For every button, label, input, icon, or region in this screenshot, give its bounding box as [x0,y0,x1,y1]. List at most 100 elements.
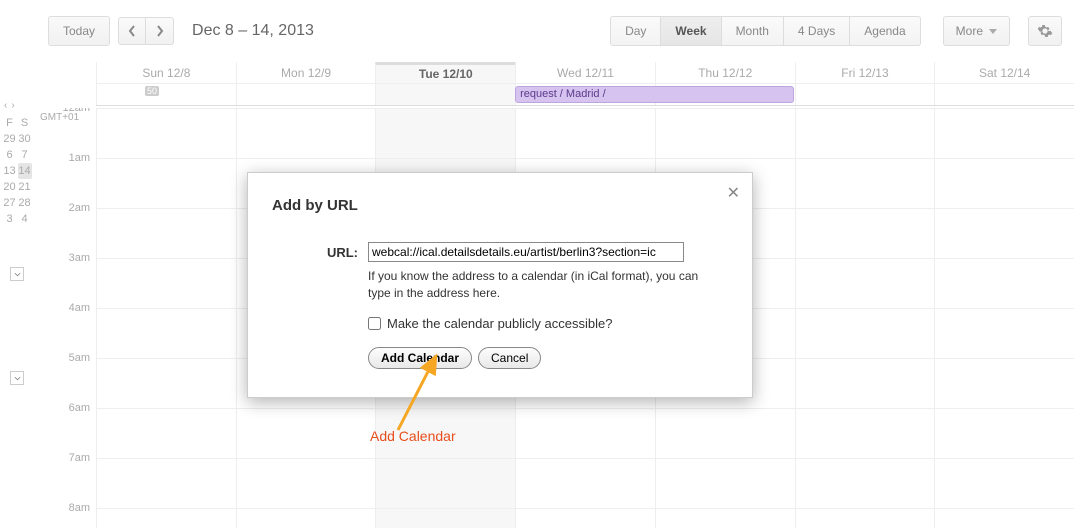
mini-dow: F [3,117,17,129]
more-button[interactable]: More [943,16,1010,46]
close-button[interactable]: ✕ [727,183,740,203]
hour-cell[interactable] [655,459,795,508]
mini-day-cell[interactable]: 27 [3,195,17,211]
hour-cell[interactable] [236,509,376,528]
date-range-label: Dec 8 – 14, 2013 [192,22,314,40]
hour-cell[interactable] [96,459,236,508]
hour-cell[interactable] [96,109,236,158]
hour-cell[interactable] [934,159,1074,208]
add-calendar-button[interactable]: Add Calendar [368,347,472,369]
hour-cell[interactable] [934,359,1074,408]
view-tabs: Day Week Month 4 Days Agenda [610,16,921,46]
allday-cell[interactable] [375,84,515,105]
mini-next-icon[interactable]: › [11,100,14,111]
mini-day-cell[interactable]: 20 [3,179,17,195]
hour-cell[interactable] [934,409,1074,458]
hour-cell[interactable] [515,409,655,458]
hour-cell[interactable] [515,459,655,508]
hour-cell[interactable] [795,209,935,258]
hour-cell[interactable] [375,509,515,528]
hour-cell[interactable] [375,459,515,508]
next-week-button[interactable] [146,17,174,45]
day-header[interactable]: Thu 12/12 [655,62,795,83]
mini-day-cell[interactable]: 14 [18,163,32,179]
mini-day-cell[interactable]: 28 [18,195,32,211]
hour-cell[interactable] [795,359,935,408]
public-checkbox[interactable] [368,317,381,330]
hour-cell[interactable] [96,309,236,358]
hour-cell[interactable] [934,109,1074,158]
gear-icon [1037,23,1053,39]
allday-cell[interactable] [934,84,1074,105]
hour-cell[interactable] [934,509,1074,528]
hour-cell[interactable] [515,109,655,158]
hour-cell[interactable] [96,259,236,308]
day-header[interactable]: Sat 12/14 [934,62,1074,83]
hour-cell[interactable] [655,109,795,158]
mini-prev-icon[interactable]: ‹ [4,100,7,111]
mini-day-cell[interactable]: 4 [18,211,32,227]
hour-cell[interactable] [236,109,376,158]
hour-cell[interactable] [795,459,935,508]
today-button[interactable]: Today [48,16,110,46]
hour-cell[interactable] [375,109,515,158]
collapse-toggle[interactable] [10,267,24,281]
hour-cell[interactable] [795,409,935,458]
allday-cell[interactable] [236,84,376,105]
mini-day-cell[interactable]: 6 [3,147,17,163]
url-input[interactable] [368,242,684,262]
hour-cell[interactable] [934,459,1074,508]
url-hint: If you know the address to a calendar (i… [368,268,708,302]
hour-label: 5am [40,352,96,402]
close-icon: ✕ [727,185,740,202]
hour-cell[interactable] [795,509,935,528]
hour-cell[interactable] [96,509,236,528]
view-tab-agenda[interactable]: Agenda [850,16,920,46]
view-tab-week[interactable]: Week [661,16,721,46]
allday-event[interactable]: request / Madrid / [515,86,794,103]
hour-label: 6am [40,402,96,452]
hour-cell[interactable] [934,259,1074,308]
mini-day-cell[interactable]: 30 [18,131,32,147]
add-by-url-dialog: ✕ Add by URL URL: If you know the addres… [247,172,753,398]
hour-cell[interactable] [655,509,795,528]
allday-cell[interactable] [96,84,236,105]
hour-cell[interactable] [795,309,935,358]
hour-cell[interactable] [236,459,376,508]
cancel-button[interactable]: Cancel [478,347,541,369]
view-tab-month[interactable]: Month [722,16,784,46]
hour-cell[interactable] [96,359,236,408]
settings-button[interactable] [1028,16,1062,46]
mini-day-cell[interactable]: 7 [18,147,32,163]
mini-dow: S [18,117,32,129]
hour-cell[interactable] [934,309,1074,358]
day-header[interactable]: Wed 12/11 [515,62,655,83]
more-label: More [956,24,983,38]
chevron-down-icon [989,29,997,34]
day-header[interactable]: Mon 12/9 [236,62,376,83]
mini-day-cell[interactable]: 29 [3,131,17,147]
hour-cell[interactable] [96,409,236,458]
collapse-toggle[interactable] [10,371,24,385]
prev-week-button[interactable] [118,17,146,45]
hour-label: 2am [40,202,96,252]
hour-cell[interactable] [236,409,376,458]
view-tab-day[interactable]: Day [610,16,661,46]
hour-cell[interactable] [795,109,935,158]
mini-day-cell[interactable]: 13 [3,163,17,179]
allday-cell[interactable] [795,84,935,105]
top-toolbar: Today Dec 8 – 14, 2013 Day Week Month 4 … [0,0,1074,62]
mini-day-cell[interactable]: 21 [18,179,32,195]
day-header[interactable]: Tue 12/10 [375,62,515,83]
day-header[interactable]: Fri 12/13 [795,62,935,83]
hour-cell[interactable] [795,159,935,208]
hour-cell[interactable] [934,209,1074,258]
day-header[interactable]: Sun 12/8 [96,62,236,83]
mini-day-cell[interactable]: 3 [3,211,17,227]
hour-cell[interactable] [655,409,795,458]
hour-cell[interactable] [515,509,655,528]
hour-cell[interactable] [96,159,236,208]
hour-cell[interactable] [96,209,236,258]
hour-cell[interactable] [795,259,935,308]
view-tab-4days[interactable]: 4 Days [784,16,850,46]
